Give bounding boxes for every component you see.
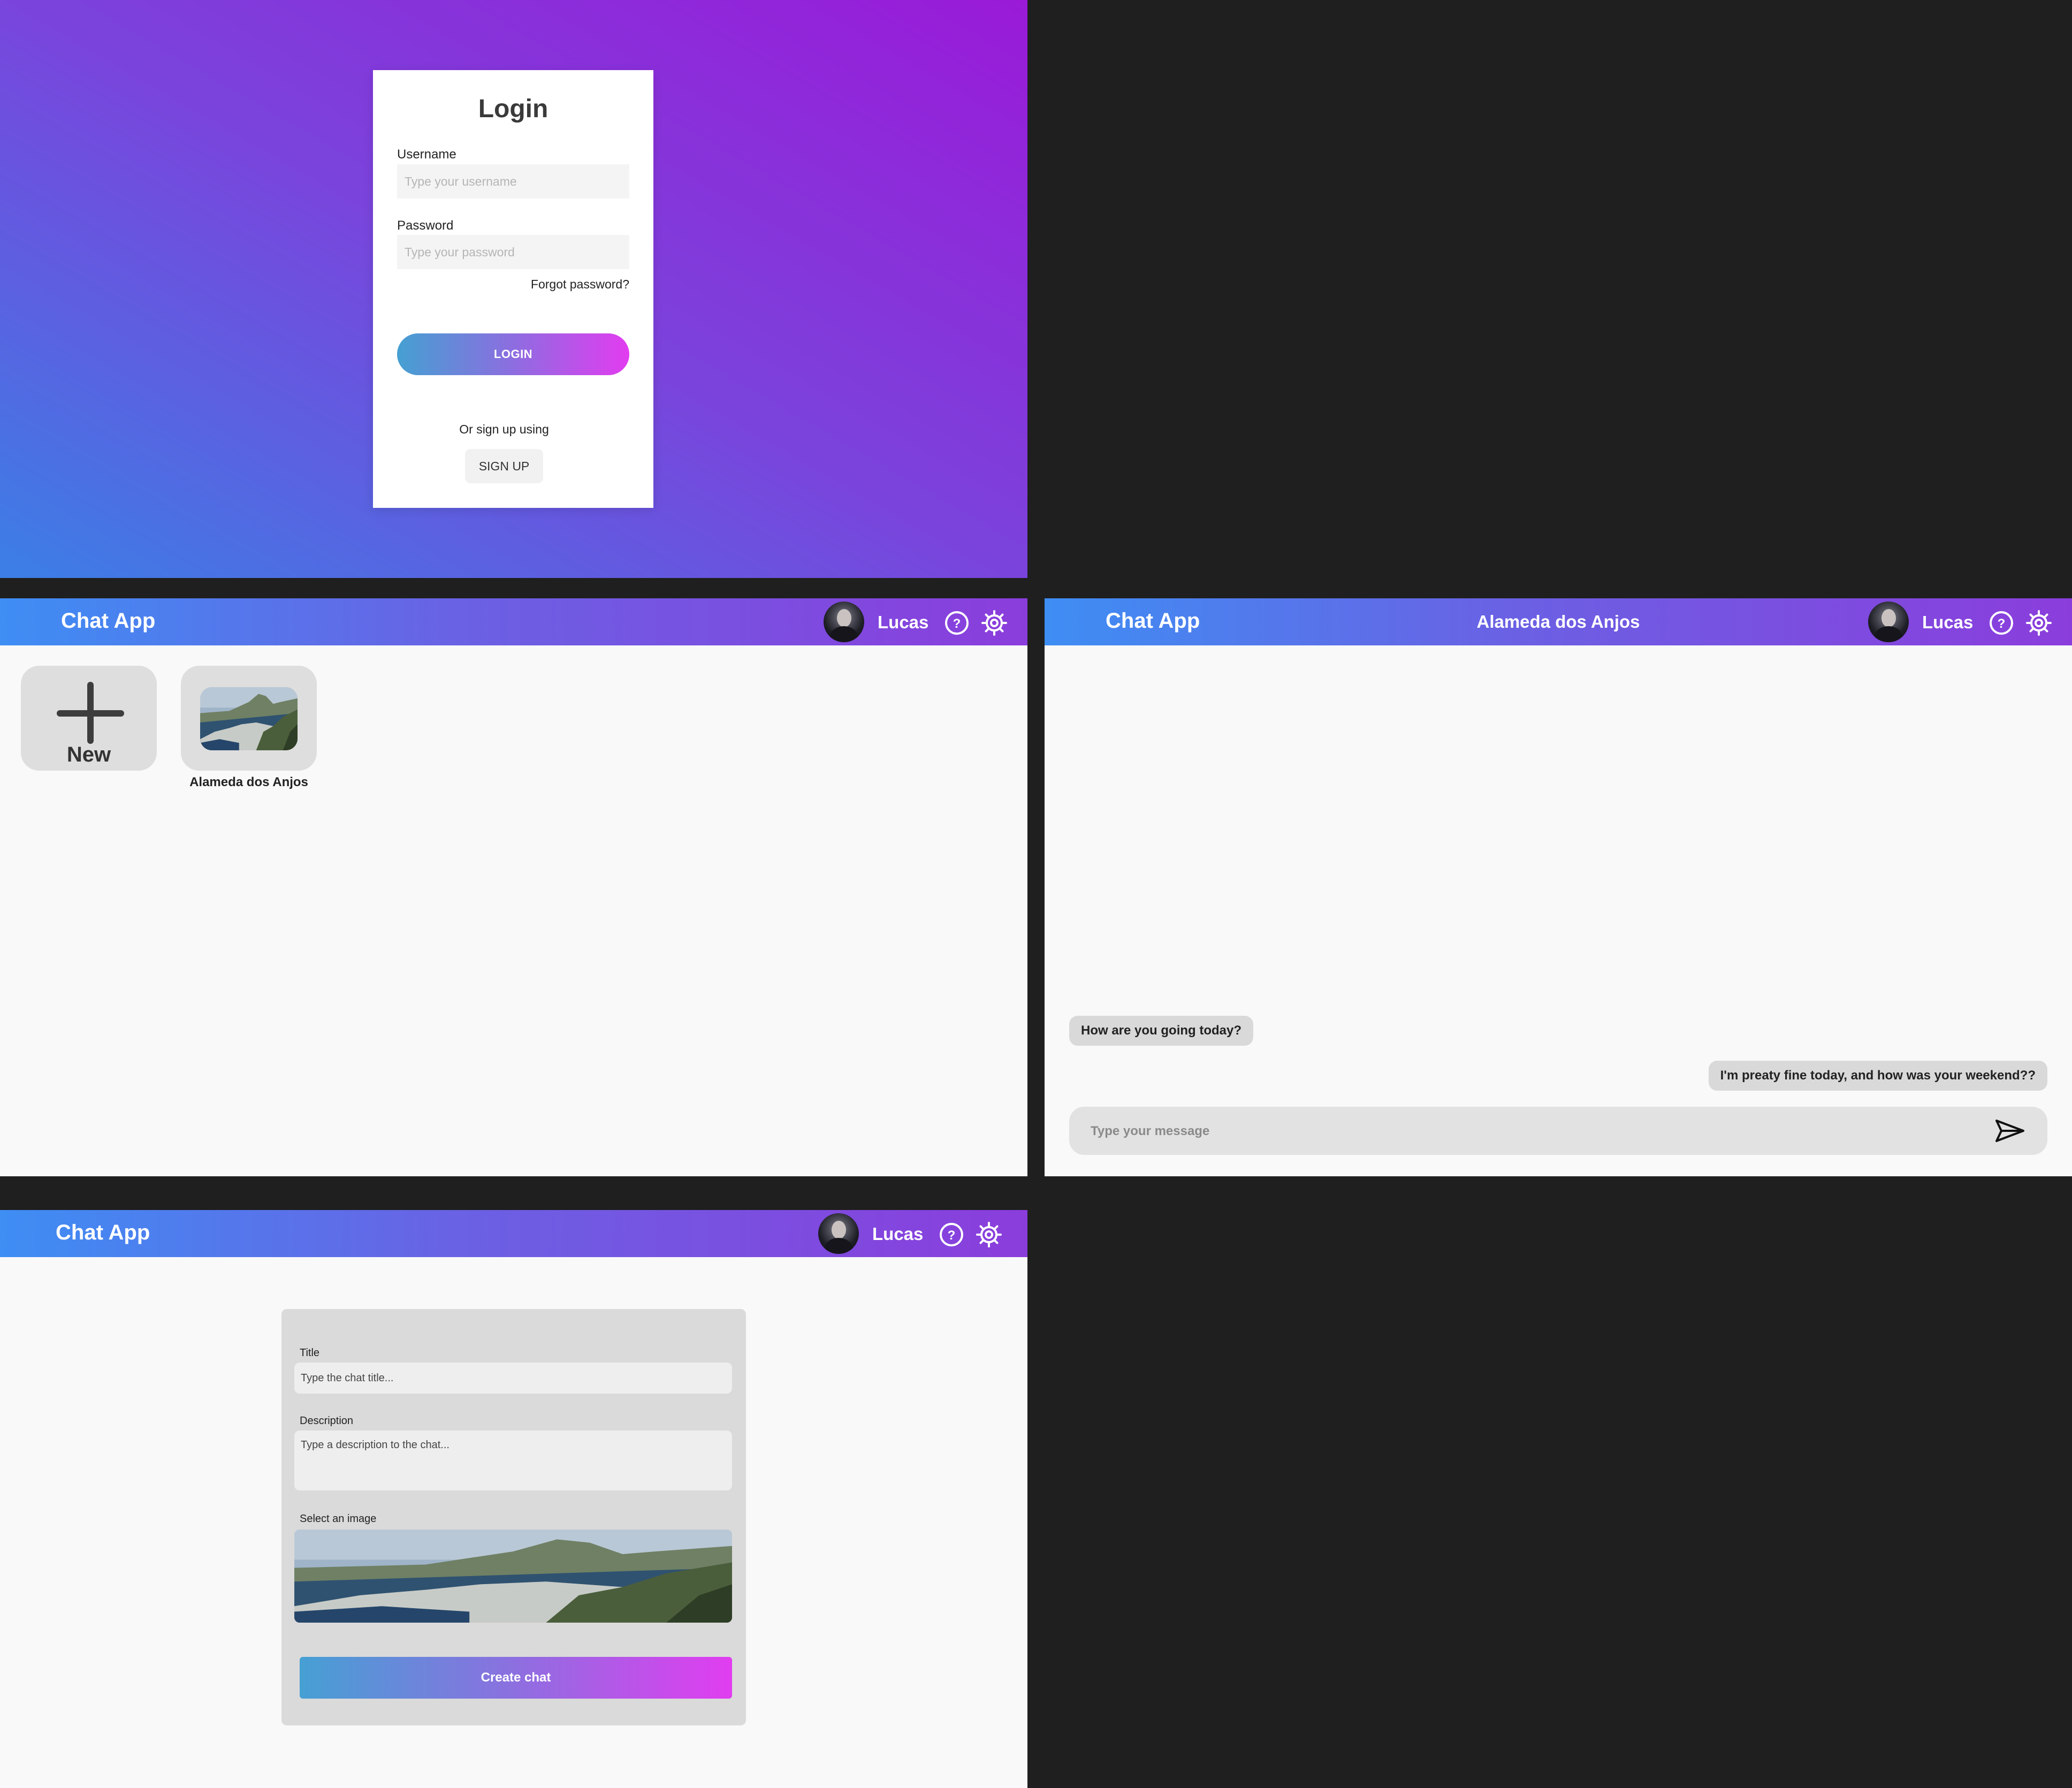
chat-list-screen: Chat App Lucas ? New Alameda dos Anjos <box>0 598 1027 1176</box>
svg-text:?: ? <box>1998 617 2006 631</box>
message-outgoing: I'm preaty fine today, and how was your … <box>1708 1061 2047 1091</box>
new-chat-form: Title Description Select an image Create… <box>281 1309 746 1725</box>
app-header: Chat App Lucas ? <box>0 598 1027 645</box>
gear-icon[interactable] <box>2026 610 2052 636</box>
chat-tile[interactable] <box>181 666 317 771</box>
new-chat-tile[interactable]: New <box>21 666 157 771</box>
chat-tile-title[interactable]: Alameda dos Anjos <box>166 775 332 790</box>
message-composer <box>1069 1107 2047 1156</box>
svg-text:?: ? <box>953 617 961 631</box>
message-input[interactable] <box>1090 1107 1948 1156</box>
avatar[interactable] <box>824 602 864 642</box>
chat-title-input[interactable] <box>294 1363 732 1394</box>
chat-thumbnail-image <box>200 687 298 750</box>
app-title[interactable]: Chat App <box>56 1221 150 1245</box>
user-name[interactable]: Lucas <box>1922 612 1973 633</box>
question-circle-icon[interactable]: ? <box>1989 610 2014 636</box>
chat-room-screen: Chat App Alameda dos Anjos Lucas ? How a… <box>1045 598 2072 1176</box>
avatar[interactable] <box>1868 602 1909 642</box>
login-screen: Login Username Password Forgot password?… <box>0 0 1027 578</box>
signup-button[interactable]: SIGN UP <box>465 449 543 483</box>
password-input[interactable] <box>397 235 629 269</box>
new-chat-screen: Chat App Lucas ? Title Description Selec… <box>0 1210 1027 1788</box>
username-label: Username <box>397 147 456 162</box>
user-name[interactable]: Lucas <box>878 612 928 633</box>
new-chat-label: New <box>66 743 111 766</box>
username-input[interactable] <box>397 164 629 199</box>
login-card: Login Username Password Forgot password?… <box>373 70 653 508</box>
message-incoming: How are you going today? <box>1069 1016 1254 1046</box>
login-button[interactable]: LOGIN <box>397 333 629 375</box>
app-header: Chat App Lucas ? <box>0 1210 1027 1257</box>
password-label: Password <box>397 218 454 233</box>
svg-text:?: ? <box>948 1228 956 1243</box>
gear-icon[interactable] <box>981 610 1007 636</box>
title-label: Title <box>300 1347 320 1359</box>
avatar[interactable] <box>818 1213 859 1254</box>
login-title: Login <box>478 95 549 123</box>
user-name[interactable]: Lucas <box>872 1224 923 1244</box>
question-circle-icon[interactable]: ? <box>944 610 970 636</box>
gear-icon[interactable] <box>976 1222 1002 1247</box>
description-label: Description <box>300 1415 354 1427</box>
create-chat-button[interactable]: Create chat <box>300 1657 732 1699</box>
chat-description-input[interactable] <box>294 1431 732 1490</box>
question-circle-icon[interactable]: ? <box>939 1222 964 1247</box>
signup-text: Or sign up using <box>459 422 549 436</box>
app-title[interactable]: Chat App <box>61 609 155 633</box>
chat-room-title: Alameda dos Anjos <box>1476 612 1640 631</box>
forgot-password-link[interactable]: Forgot password? <box>531 277 629 292</box>
image-picker[interactable] <box>294 1530 732 1623</box>
app-header: Chat App Alameda dos Anjos Lucas ? <box>1045 598 2072 645</box>
send-icon[interactable] <box>1995 1119 2025 1143</box>
image-label: Select an image <box>300 1513 377 1525</box>
